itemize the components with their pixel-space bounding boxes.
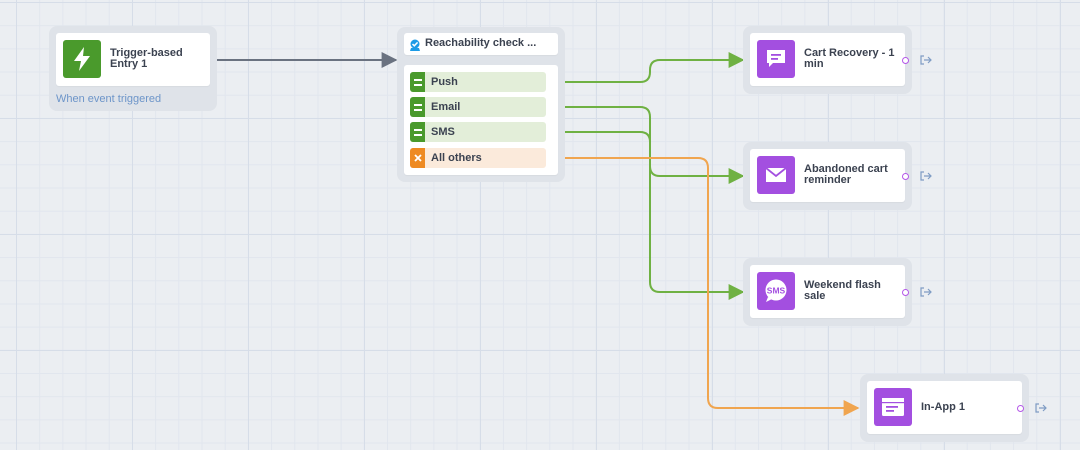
svg-text:SMS: SMS xyxy=(767,286,786,296)
output-port[interactable] xyxy=(902,289,909,296)
equals-icon xyxy=(410,97,425,117)
action-node-weekend-sale[interactable]: SMS Weekend flash sale xyxy=(743,258,932,326)
rule-label: Push xyxy=(431,76,458,88)
action-node-cart-recovery[interactable]: Cart Recovery - 1 min xyxy=(743,26,932,94)
action-title: Abandoned cart reminder xyxy=(804,163,888,186)
link-sms-to-weekend-sale xyxy=(558,131,745,300)
sms-bubble-icon: SMS xyxy=(757,272,795,310)
action-title: In-App 1 xyxy=(921,401,965,413)
exit-icon[interactable] xyxy=(1034,403,1047,413)
envelope-icon xyxy=(757,156,795,194)
output-port[interactable] xyxy=(902,57,909,64)
trigger-title: Trigger-based Entry 1 xyxy=(110,47,183,70)
equals-icon xyxy=(410,122,425,142)
action-card[interactable]: Cart Recovery - 1 min xyxy=(750,33,905,86)
check-title: Reachability check ... xyxy=(425,37,537,49)
output-port[interactable] xyxy=(1017,405,1024,412)
rule-label: All others xyxy=(431,152,482,164)
cross-icon xyxy=(410,148,425,168)
equals-icon xyxy=(410,72,425,92)
exit-icon[interactable] xyxy=(919,55,932,65)
action-card[interactable]: Abandoned cart reminder xyxy=(750,149,905,202)
rule-row-email[interactable]: Email xyxy=(410,97,546,117)
link-push-to-cart-recovery xyxy=(558,52,745,83)
action-title: Cart Recovery - 1 min xyxy=(804,47,895,70)
reachability-check-node[interactable]: Reachability check ... Push Email SMS Al… xyxy=(397,27,565,182)
trigger-condition-label: When event triggered xyxy=(56,93,162,105)
output-port[interactable] xyxy=(902,173,909,180)
action-card[interactable]: SMS Weekend flash sale xyxy=(750,265,905,318)
action-node-abandoned-cart[interactable]: Abandoned cart reminder xyxy=(743,142,932,210)
check-header[interactable]: Reachability check ... xyxy=(404,33,558,55)
rule-row-all-others[interactable]: All others xyxy=(410,148,546,168)
rule-row-sms[interactable]: SMS xyxy=(410,122,546,142)
trigger-node[interactable]: Trigger-based Entry 1 When event trigger… xyxy=(49,26,217,111)
rule-row-push[interactable]: Push xyxy=(410,72,546,92)
rule-label: Email xyxy=(431,101,461,113)
trigger-card[interactable]: Trigger-based Entry 1 xyxy=(56,33,210,86)
rule-label: SMS xyxy=(431,126,455,138)
action-node-in-app[interactable]: In-App 1 xyxy=(860,374,1047,442)
lightning-icon xyxy=(63,40,101,78)
action-card[interactable]: In-App 1 xyxy=(867,381,1022,434)
in-app-icon xyxy=(874,388,912,426)
exit-icon[interactable] xyxy=(919,287,932,297)
push-message-icon xyxy=(757,40,795,78)
action-title: Weekend flash sale xyxy=(804,279,881,302)
reachability-icon xyxy=(409,38,421,51)
exit-icon[interactable] xyxy=(919,171,932,181)
